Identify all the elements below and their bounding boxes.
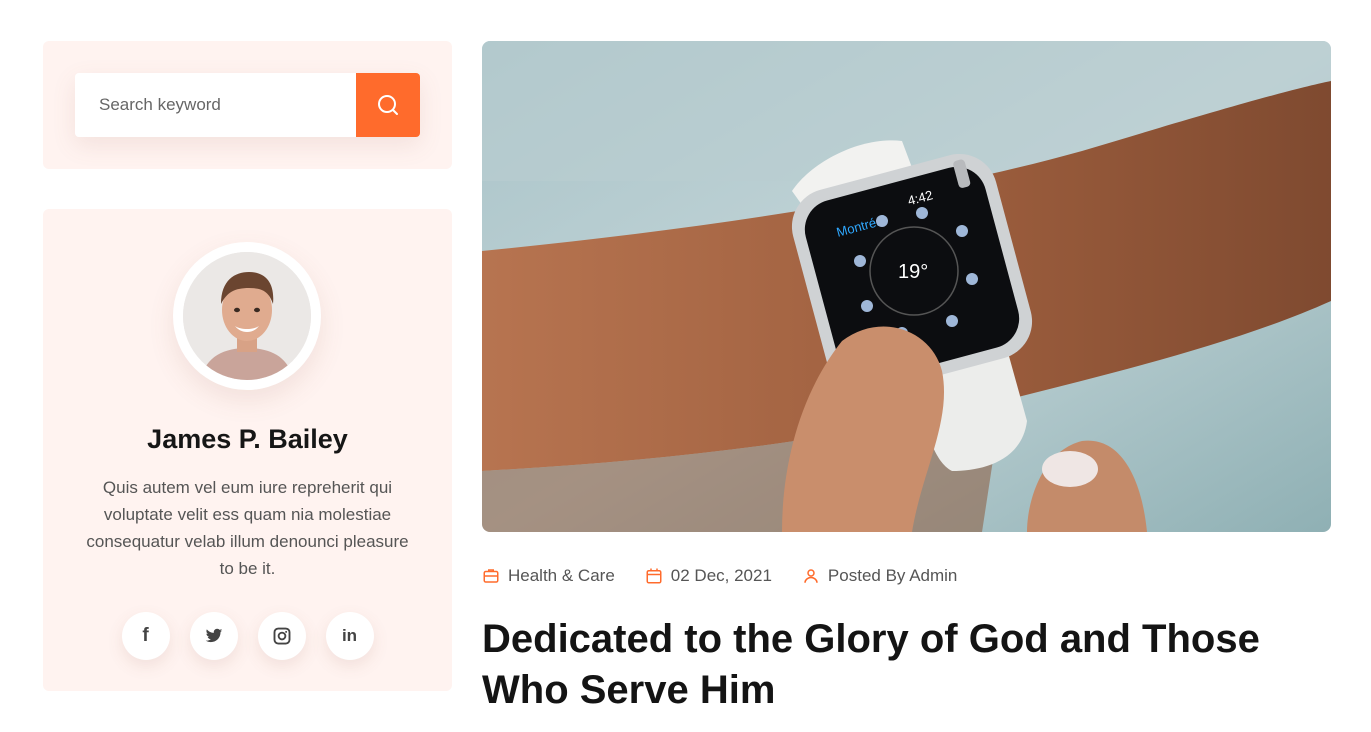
post-author[interactable]: Posted By Admin [802, 566, 957, 586]
search-icon [378, 95, 398, 115]
author-avatar [183, 252, 311, 380]
facebook-icon: f [142, 625, 149, 646]
post-title[interactable]: Dedicated to the Glory of God and Those … [482, 614, 1322, 716]
post-category[interactable]: Health & Care [482, 566, 615, 586]
category-label: Health & Care [508, 566, 615, 585]
search-widget [43, 41, 452, 169]
twitter-link[interactable] [189, 612, 238, 660]
post-date: 02 Dec, 2021 [645, 566, 772, 586]
author-bio: Quis autem vel eum iure repreherit qui v… [86, 478, 409, 578]
date-label: 02 Dec, 2021 [670, 566, 772, 585]
author-label: Posted By Admin [827, 566, 958, 585]
instagram-icon [273, 627, 290, 645]
facebook-link[interactable]: f [121, 612, 170, 660]
social-links: f in [43, 612, 452, 660]
instagram-link[interactable] [257, 612, 306, 660]
author-widget: James P. Bailey Quis autem vel eum iure … [43, 209, 452, 691]
user-icon [804, 569, 818, 583]
linkedin-link[interactable]: in [325, 612, 374, 660]
twitter-icon [205, 628, 222, 643]
search-button[interactable] [356, 73, 420, 137]
svg-text:19°: 19° [898, 261, 928, 283]
post-featured-image[interactable]: Montréal 4:42 19° [482, 41, 1331, 532]
post-meta: Health & Care 02 Dec, 2021 Posted By Adm… [482, 566, 957, 586]
briefcase-icon [483, 569, 499, 583]
search-bar [75, 73, 420, 137]
linkedin-icon: in [341, 626, 358, 645]
avatar-frame [173, 242, 321, 390]
author-name: James P. Bailey [147, 424, 348, 454]
calendar-icon [646, 568, 662, 584]
search-input[interactable] [75, 73, 356, 137]
